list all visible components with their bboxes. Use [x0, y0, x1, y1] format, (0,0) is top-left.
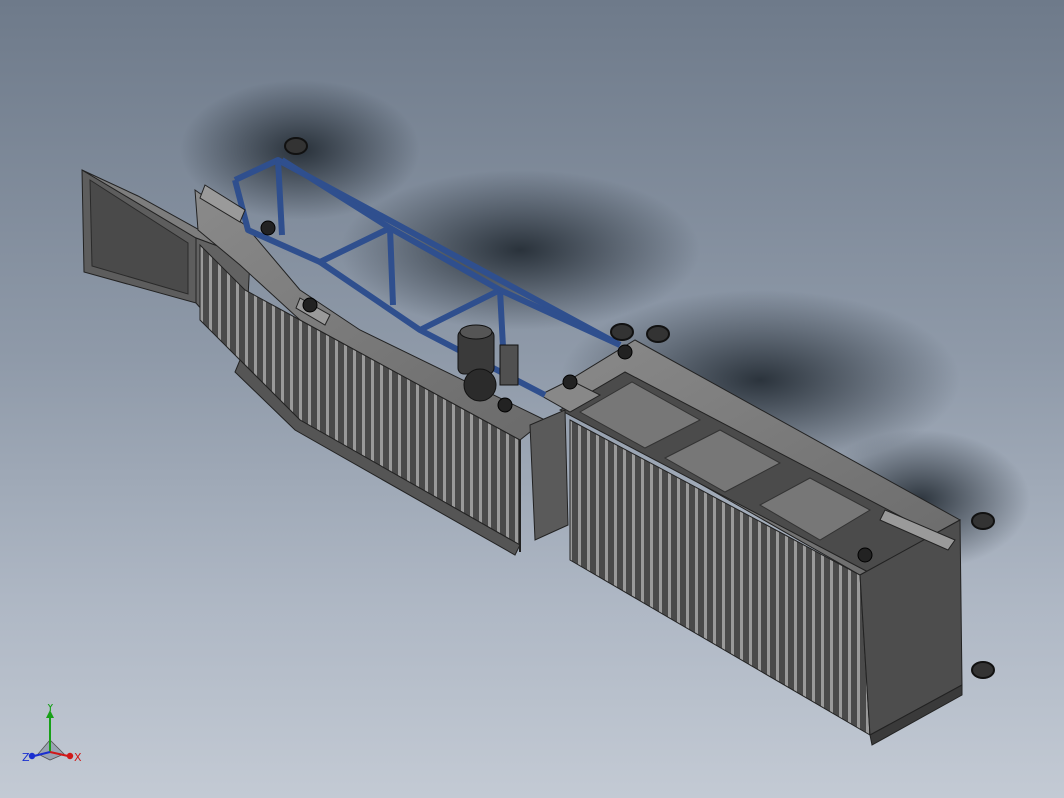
cad-viewport[interactable]: Y X Z	[0, 0, 1064, 798]
conveyor-assembly-model[interactable]	[0, 0, 1064, 798]
drive-motor[interactable]	[457, 324, 519, 402]
z-axis-tip	[28, 752, 36, 760]
z-axis-label: Z	[22, 751, 30, 764]
y-axis-label: Y	[46, 704, 54, 714]
x-axis-tip	[66, 752, 74, 760]
orientation-triad[interactable]: Y X Z	[18, 704, 88, 774]
x-axis-label: X	[74, 751, 82, 764]
